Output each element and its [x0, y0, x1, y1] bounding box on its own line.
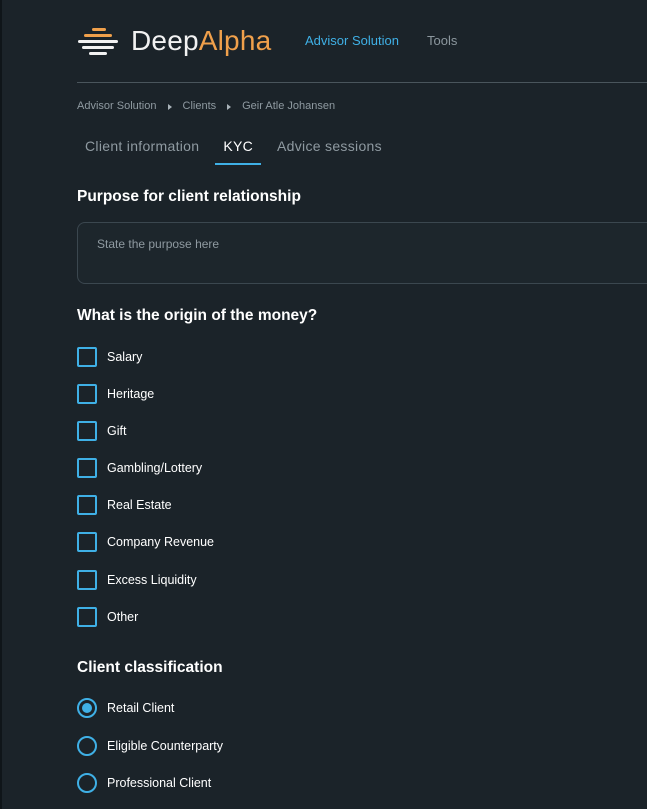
checkbox-label: Other: [107, 609, 139, 624]
app-window: DeepAlpha Advisor Solution Tools Advisor…: [0, 0, 647, 809]
checkbox-gift[interactable]: Gift: [77, 421, 126, 441]
client-tabs: Client information KYC Advice sessions: [77, 138, 398, 165]
purpose-textarea-box[interactable]: [77, 222, 647, 284]
origin-title: What is the origin of the money?: [77, 307, 318, 324]
radio-button-selected[interactable]: [77, 698, 97, 718]
tab-kyc[interactable]: KYC: [215, 138, 261, 165]
logo-deep-text: Deep: [131, 25, 199, 56]
logo-alpha-text: Alpha: [198, 25, 272, 56]
nav-tools[interactable]: Tools: [427, 33, 457, 49]
radio-button[interactable]: [77, 736, 97, 756]
checkbox-company-revenue[interactable]: Company Revenue: [77, 532, 214, 552]
checkbox-box[interactable]: [77, 532, 97, 552]
checkbox-label: Salary: [107, 349, 143, 364]
breadcrumb-client-name[interactable]: Geir Atle Johansen: [242, 100, 335, 113]
window-edge: [0, 0, 2, 809]
checkbox-other[interactable]: Other: [77, 607, 138, 627]
checkbox-box[interactable]: [77, 570, 97, 590]
checkbox-real-estate[interactable]: Real Estate: [77, 495, 172, 515]
top-header: DeepAlpha Advisor Solution Tools: [77, 22, 647, 62]
tab-advice-sessions[interactable]: Advice sessions: [269, 138, 390, 155]
checkbox-box[interactable]: [77, 384, 97, 404]
purpose-title: Purpose for client relationship: [77, 188, 301, 205]
checkbox-excess-liquidity[interactable]: Excess Liquidity: [77, 570, 197, 590]
classification-title: Client classification: [77, 659, 223, 676]
radio-retail-client[interactable]: Retail Client: [77, 698, 174, 718]
checkbox-label: Gift: [107, 423, 127, 438]
checkbox-gambling-lottery[interactable]: Gambling/Lottery: [77, 458, 202, 478]
radio-label: Professional Client: [107, 775, 212, 790]
checkbox-label: Excess Liquidity: [107, 572, 197, 587]
radio-button[interactable]: [77, 773, 97, 793]
logo-stripes-icon: [78, 28, 118, 55]
checkbox-box[interactable]: [77, 458, 97, 478]
checkbox-heritage[interactable]: Heritage: [77, 384, 154, 404]
checkbox-label: Heritage: [107, 386, 155, 401]
radio-professional-client[interactable]: Professional Client: [77, 773, 211, 793]
deepalpha-logo[interactable]: DeepAlpha: [77, 24, 271, 58]
checkbox-box[interactable]: [77, 421, 97, 441]
breadcrumb-clients[interactable]: Clients: [183, 100, 217, 113]
checkbox-box[interactable]: [77, 347, 97, 367]
radio-label: Retail Client: [107, 700, 175, 715]
nav-advisor-solution[interactable]: Advisor Solution: [305, 33, 399, 49]
tab-client-information[interactable]: Client information: [77, 138, 207, 155]
checkbox-salary[interactable]: Salary: [77, 347, 142, 367]
breadcrumb-arrow-icon: [167, 103, 172, 110]
radio-eligible-counterparty[interactable]: Eligible Counterparty: [77, 736, 223, 756]
breadcrumb-arrow-icon: [227, 103, 232, 110]
breadcrumb-advisor-solution[interactable]: Advisor Solution: [77, 100, 157, 113]
header-divider: [77, 82, 647, 83]
checkbox-label: Company Revenue: [107, 534, 215, 549]
purpose-input[interactable]: [97, 237, 617, 251]
radio-label: Eligible Counterparty: [107, 738, 224, 753]
checkbox-box[interactable]: [77, 607, 97, 627]
checkbox-box[interactable]: [77, 495, 97, 515]
logo-wordmark: DeepAlpha: [131, 24, 271, 58]
checkbox-label: Gambling/Lottery: [107, 460, 203, 475]
breadcrumb: Advisor Solution Clients Geir Atle Johan…: [77, 100, 335, 113]
checkbox-label: Real Estate: [107, 497, 172, 512]
